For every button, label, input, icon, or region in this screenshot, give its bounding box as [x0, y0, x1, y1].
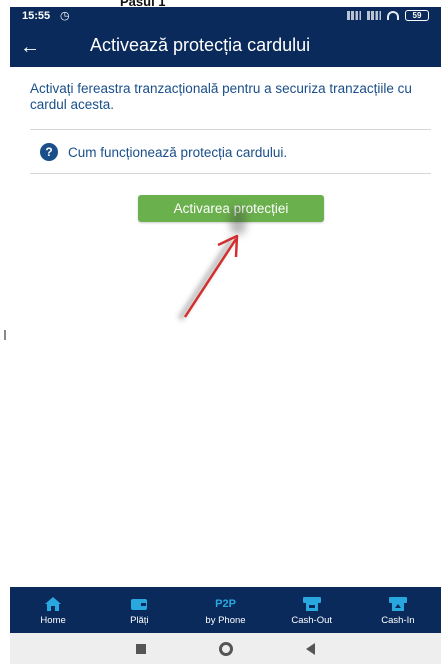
status-icons: 59	[347, 10, 429, 21]
intro-text: Activați fereastra tranzacțională pentru…	[30, 81, 412, 112]
status-bar: 15:55 ◷ 59	[10, 7, 441, 27]
signal-icon-2	[367, 11, 381, 20]
home-icon	[44, 595, 62, 613]
nav-label: Cash-Out	[291, 614, 333, 626]
nav-label: Home	[40, 614, 66, 626]
atm-in-icon	[387, 595, 409, 613]
question-icon: ?	[40, 143, 58, 161]
wallet-icon	[130, 595, 148, 613]
battery-icon: 59	[405, 10, 429, 21]
back-nav-button[interactable]	[305, 642, 315, 655]
nav-payments[interactable]: Plăți	[96, 587, 182, 633]
status-time: 15:55	[22, 10, 51, 22]
recents-button[interactable]	[136, 643, 147, 654]
help-link[interactable]: ? Cum funcționează protecția cardului.	[40, 143, 287, 161]
bottom-nav: Home Plăți P2P by Phone Cash-Out Cash-In	[10, 587, 441, 633]
system-nav-bar	[10, 633, 441, 664]
alarm-icon: ◷	[60, 10, 70, 22]
home-button[interactable]	[218, 641, 233, 656]
atm-out-icon	[301, 595, 323, 613]
nav-label: Plăți	[130, 614, 149, 626]
divider	[30, 129, 431, 130]
p2p-icon: P2P	[215, 597, 236, 610]
app-bar: ← Activează protecția cardului	[10, 27, 441, 67]
wifi-icon	[387, 11, 399, 20]
main-content: Activați fereastra tranzacțională pentru…	[10, 67, 441, 587]
arrow-left-icon: ←	[20, 35, 40, 58]
nav-cash-out[interactable]: Cash-Out	[269, 587, 355, 633]
nav-label: by Phone	[205, 614, 246, 626]
top-crop: Pasul 1	[0, 0, 443, 9]
signal-icon	[347, 11, 361, 20]
page-title: Activează protecția cardului	[90, 35, 311, 55]
nav-label: Cash-In	[381, 614, 415, 626]
back-button[interactable]: ←	[10, 27, 50, 67]
nav-home[interactable]: Home	[10, 587, 96, 633]
nav-cash-in[interactable]: Cash-In	[355, 587, 441, 633]
divider-2	[30, 173, 431, 174]
phone-screen: 15:55 ◷ 59 ← Activează protecția cardulu…	[10, 7, 441, 664]
nav-p2p[interactable]: P2P by Phone	[182, 587, 268, 633]
edge-mark	[4, 330, 6, 340]
finger-shadow	[230, 207, 246, 235]
help-link-text: Cum funcționează protecția cardului.	[68, 144, 288, 160]
